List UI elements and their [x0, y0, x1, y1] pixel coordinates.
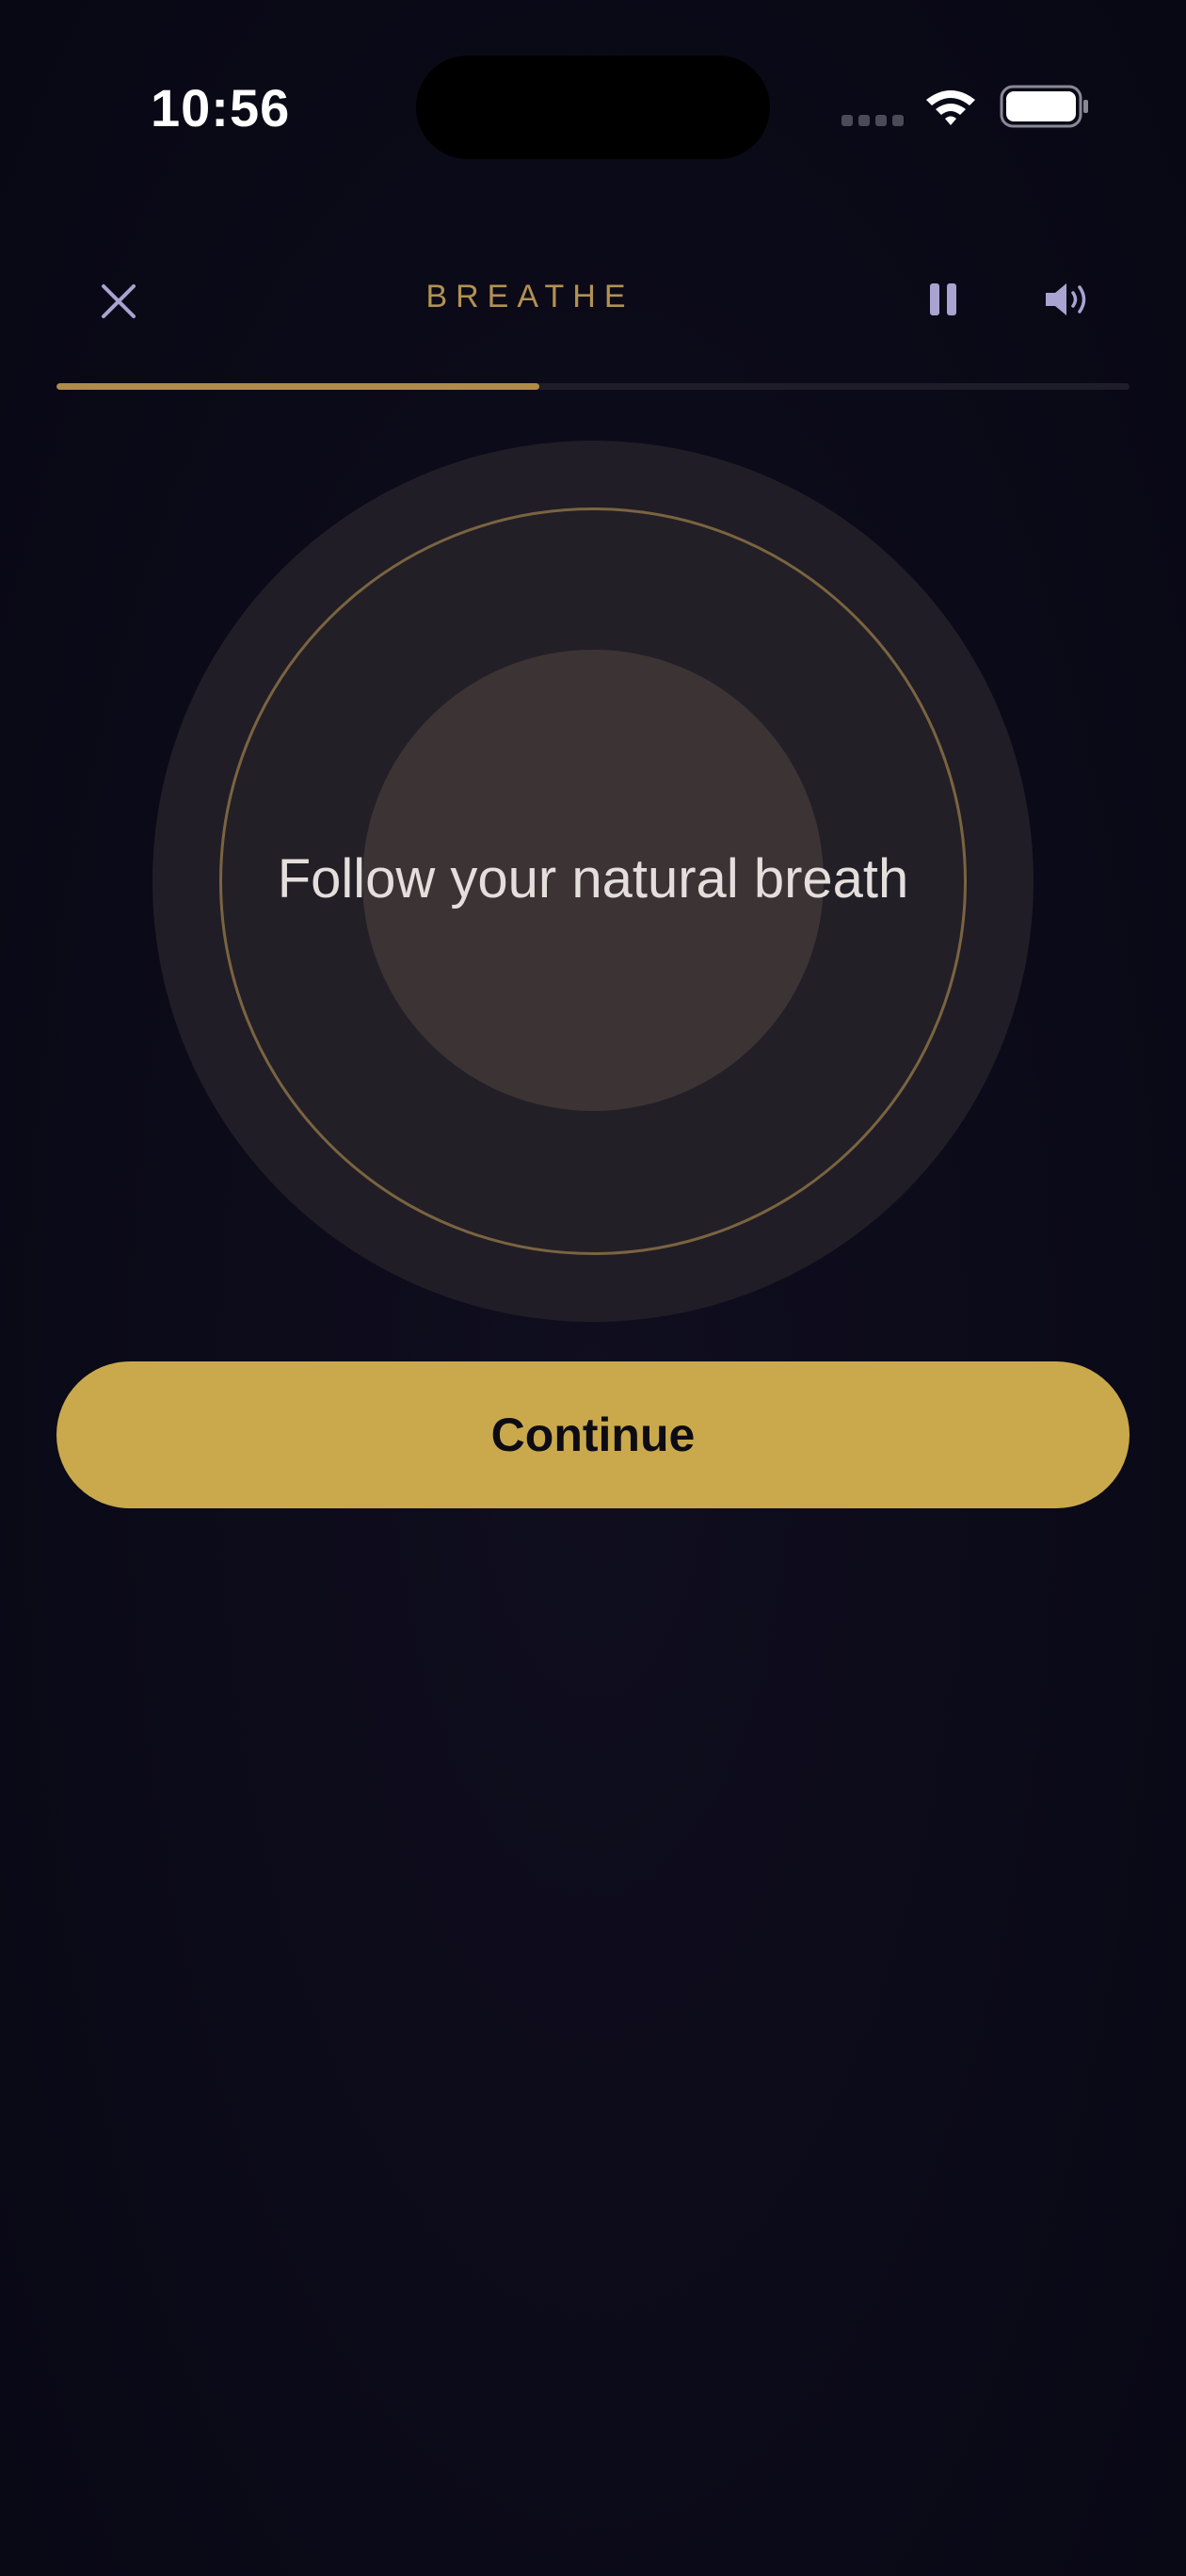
battery-icon [1000, 85, 1088, 128]
breath-instruction: Follow your natural breath [277, 848, 909, 910]
status-time: 10:56 [151, 78, 291, 137]
pause-icon [930, 283, 956, 315]
volume-button[interactable] [1039, 273, 1096, 326]
cellular-signal-icon [841, 115, 904, 126]
volume-icon [1046, 283, 1086, 315]
continue-button[interactable]: Continue [56, 1361, 1130, 1508]
pause-button[interactable] [919, 275, 968, 324]
page-title: BREATHE [425, 279, 634, 314]
session-progress-bar [56, 383, 1130, 390]
wifi-icon [926, 90, 975, 125]
dynamic-island [416, 56, 770, 159]
session-progress-fill [56, 383, 539, 390]
